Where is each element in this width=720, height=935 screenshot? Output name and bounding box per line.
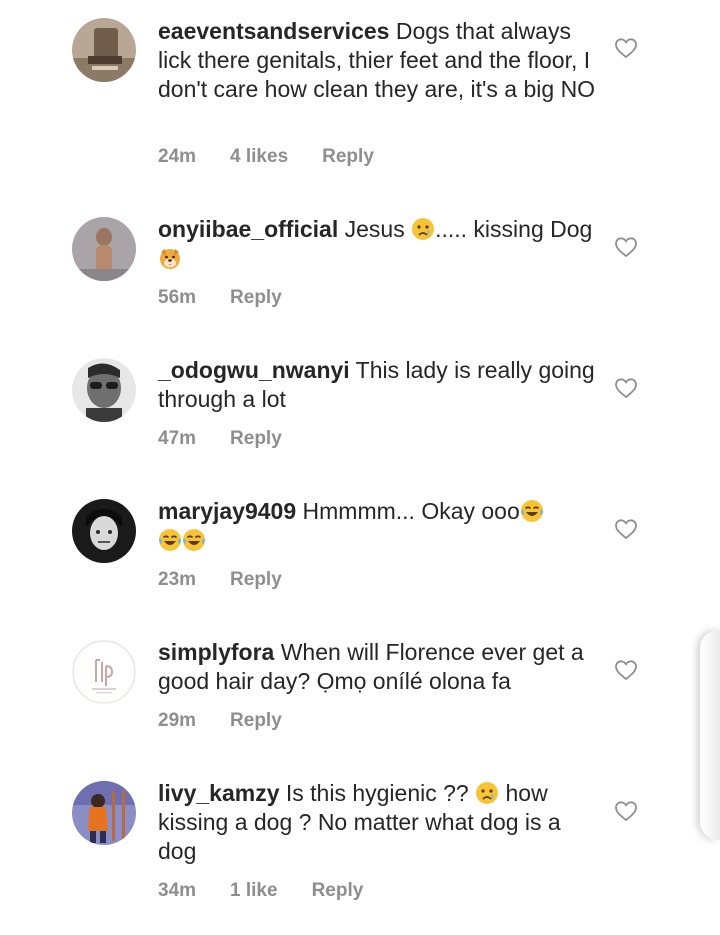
comment-meta: 24m 4 likes Reply: [158, 146, 408, 168]
comment-likes[interactable]: 1 like: [230, 880, 278, 901]
comment-text: Is this hygienic ??: [279, 780, 476, 806]
tears-of-joy-emoji: [158, 528, 182, 552]
reply-button[interactable]: Reply: [230, 428, 282, 449]
comment-body: _odogwu_nwanyi This lady is really going…: [158, 356, 598, 414]
crying-face-emoji: [411, 217, 435, 241]
scroll-edge-shadow: [700, 630, 720, 840]
avatar[interactable]: [72, 217, 136, 281]
comment-body: simplyfora When will Florence ever get a…: [158, 638, 598, 696]
comment-meta: 34m 1 like Reply: [158, 880, 397, 902]
avatar[interactable]: [72, 18, 136, 82]
reply-button[interactable]: Reply: [230, 569, 282, 590]
comment-body: eaeventsandservices Dogs that always lic…: [158, 17, 598, 104]
comment-time: 47m: [158, 428, 197, 449]
crying-face-emoji: [475, 781, 499, 805]
comment-time: 24m: [158, 146, 197, 167]
avatar[interactable]: [72, 358, 136, 422]
reply-button[interactable]: Reply: [312, 880, 364, 901]
comment-username[interactable]: eaeventsandservices: [158, 18, 389, 44]
heart-outline-icon[interactable]: [614, 518, 638, 540]
comment-username[interactable]: livy_kamzy: [158, 780, 279, 806]
reply-button[interactable]: Reply: [322, 146, 374, 167]
heart-outline-icon[interactable]: [614, 236, 638, 258]
comment-text: Jesus: [338, 216, 412, 242]
comment-time: 34m: [158, 880, 197, 901]
reply-button[interactable]: Reply: [230, 710, 282, 731]
comment-meta: 56m Reply: [158, 287, 316, 309]
comment-time: 23m: [158, 569, 197, 590]
comment-text: ..... kissing Dog: [435, 216, 593, 242]
comment-text: Hmmmm... Okay ooo: [296, 498, 520, 524]
heart-outline-icon[interactable]: [614, 800, 638, 822]
comment-body: maryjay9409 Hmmmm... Okay ooo: [158, 497, 598, 555]
comment-likes[interactable]: 4 likes: [230, 146, 288, 167]
heart-outline-icon[interactable]: [614, 37, 638, 59]
comment-meta: 47m Reply: [158, 428, 316, 450]
comments-screen: eaeventsandservices Dogs that always lic…: [0, 0, 720, 935]
tears-of-joy-emoji: [182, 528, 206, 552]
avatar[interactable]: [72, 499, 136, 563]
comment-meta: 23m Reply: [158, 569, 316, 591]
reply-button[interactable]: Reply: [230, 287, 282, 308]
comment-username[interactable]: maryjay9409: [158, 498, 296, 524]
tears-of-joy-emoji: [520, 499, 544, 523]
comment-time: 29m: [158, 710, 197, 731]
comment-meta: 29m Reply: [158, 710, 316, 732]
heart-outline-icon[interactable]: [614, 659, 638, 681]
comment-body: livy_kamzy Is this hygienic ?? how kissi…: [158, 779, 598, 866]
comment-time: 56m: [158, 287, 197, 308]
comment-username[interactable]: _odogwu_nwanyi: [158, 357, 350, 383]
comment-username[interactable]: onyiibae_official: [158, 216, 338, 242]
avatar[interactable]: [72, 781, 136, 845]
heart-outline-icon[interactable]: [614, 377, 638, 399]
dog-face-emoji: [158, 246, 182, 270]
comment-username[interactable]: simplyfora: [158, 639, 274, 665]
comment-body: onyiibae_official Jesus ..... kissing Do…: [158, 215, 598, 273]
avatar[interactable]: [72, 640, 136, 704]
